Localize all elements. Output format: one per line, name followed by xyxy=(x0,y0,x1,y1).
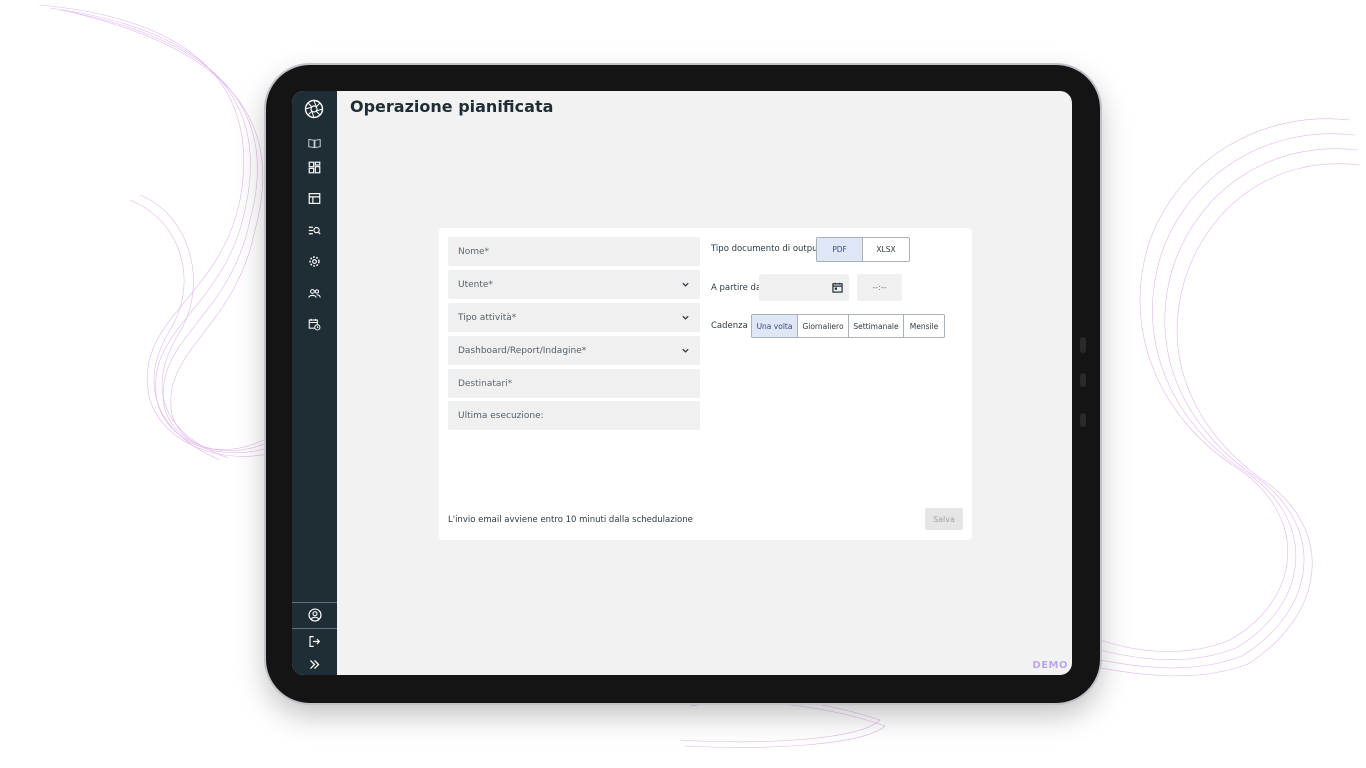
output-option-pdf[interactable]: PDF xyxy=(817,238,863,261)
output-type-toggle: PDF XLSX xyxy=(816,237,910,262)
gear-icon xyxy=(309,255,320,267)
dashboard-report-placeholder: Dashboard/Report/Indagine* xyxy=(458,345,587,356)
cadence-option-mensile[interactable]: Mensile xyxy=(904,315,944,337)
chevron-down-icon xyxy=(681,313,690,322)
chevron-down-icon xyxy=(681,280,690,289)
utente-placeholder: Utente* xyxy=(458,279,493,290)
sidebar-expand-button[interactable] xyxy=(292,651,337,675)
scheduled-operation-form: Utente* Tipo attività* Dashboard/Report/… xyxy=(439,228,972,540)
tablet-side-button xyxy=(1080,373,1086,387)
destinatari-field[interactable] xyxy=(448,369,700,398)
double-chevron-right-icon xyxy=(309,659,320,669)
aperture-logo-icon[interactable] xyxy=(304,99,324,119)
logout-icon xyxy=(309,635,321,647)
nome-input[interactable] xyxy=(458,246,690,257)
ultima-esecuzione-field: Ultima esecuzione: xyxy=(448,401,700,430)
ultima-esecuzione-label: Ultima esecuzione: xyxy=(458,410,544,421)
sidebar xyxy=(292,91,337,675)
sidebar-item-scheduled[interactable] xyxy=(305,316,324,332)
tipo-attivita-select[interactable]: Tipo attività* xyxy=(448,303,700,332)
table-icon xyxy=(308,192,321,204)
calendar-icon[interactable] xyxy=(832,282,843,293)
destinatari-input[interactable] xyxy=(458,378,690,389)
save-button[interactable]: Salva xyxy=(925,508,963,530)
sidebar-item-settings[interactable] xyxy=(305,253,324,269)
users-icon xyxy=(308,288,321,298)
tipo-attivita-placeholder: Tipo attività* xyxy=(458,312,517,323)
sidebar-item-table[interactable] xyxy=(305,190,324,206)
utente-select[interactable]: Utente* xyxy=(448,270,700,299)
demo-watermark: DEMO xyxy=(1032,660,1068,671)
cadence-option-giornaliero[interactable]: Giornaliero xyxy=(798,315,849,337)
start-date-label: A partire da xyxy=(711,283,762,293)
page-title: Operazione pianificata xyxy=(350,97,554,116)
cadence-label: Cadenza xyxy=(711,321,748,331)
output-type-label: Tipo documento di output xyxy=(711,244,821,254)
cadence-option-una-volta[interactable]: Una volta xyxy=(752,315,798,337)
sidebar-item-users[interactable] xyxy=(305,285,324,301)
nome-field[interactable] xyxy=(448,237,700,266)
calendar-clock-icon xyxy=(308,318,321,330)
app-screen: Operazione pianificata Utente* Tipo atti… xyxy=(292,91,1072,675)
cadence-option-settimanale[interactable]: Settimanale xyxy=(849,315,904,337)
sidebar-item-profile[interactable] xyxy=(292,602,337,628)
email-note: L'invio email avviene entro 10 minuti da… xyxy=(448,515,693,525)
output-option-xlsx[interactable]: XLSX xyxy=(863,238,909,261)
tablet-camera-dot xyxy=(1080,337,1086,353)
dashboard-report-select[interactable]: Dashboard/Report/Indagine* xyxy=(448,336,700,365)
start-date-input[interactable] xyxy=(759,274,849,301)
tablet-frame: Operazione pianificata Utente* Tipo atti… xyxy=(266,65,1100,703)
tablet-side-button xyxy=(1080,413,1086,427)
start-time-input[interactable]: --:-- xyxy=(857,274,902,301)
sidebar-item-list-search[interactable] xyxy=(305,222,324,238)
cadence-toggle: Una volta Giornaliero Settimanale Mensil… xyxy=(751,314,945,338)
chevron-down-icon xyxy=(681,346,690,355)
dashboard-icon xyxy=(308,161,321,173)
sidebar-item-open-book[interactable] xyxy=(305,135,324,151)
list-search-icon xyxy=(308,226,321,235)
user-circle-icon xyxy=(307,608,322,622)
open-book-icon xyxy=(308,138,321,148)
sidebar-item-dashboard[interactable] xyxy=(305,159,324,175)
main-content: Operazione pianificata Utente* Tipo atti… xyxy=(337,91,1072,675)
